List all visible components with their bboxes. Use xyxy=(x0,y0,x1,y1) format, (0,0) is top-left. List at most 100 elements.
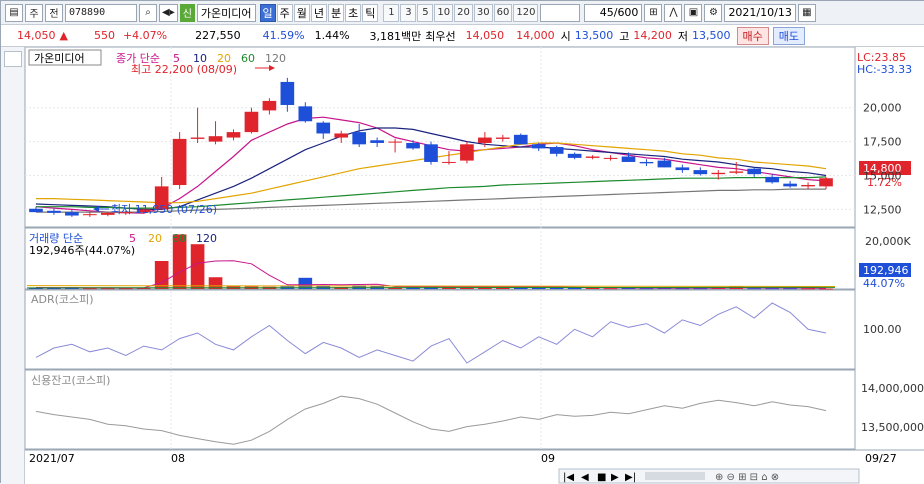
period-tab-0[interactable]: 일 xyxy=(259,3,276,22)
interval-tab-30[interactable]: 30 xyxy=(473,3,493,22)
candle-body-9 xyxy=(190,137,205,139)
interval-tab-1[interactable]: 1 xyxy=(383,3,400,22)
volume-bar-7 xyxy=(154,261,169,289)
period-tab-4[interactable]: 분 xyxy=(328,3,345,22)
candle-body-2 xyxy=(65,212,79,216)
volume-legend-period-5: 5 xyxy=(129,232,136,245)
date-input[interactable]: 2021/10/13 xyxy=(724,3,796,22)
chart-canvas[interactable]: 가온미디어 종가 단순 최고 22,200 (08/09) 최저 11,950 … xyxy=(25,47,924,484)
hc-label: HC:-33.33 xyxy=(857,63,912,76)
interval-tab-3[interactable]: 3 xyxy=(400,3,417,22)
signal-icon[interactable]: ⋀ xyxy=(664,3,683,22)
volume-legend-period-60: 60 xyxy=(172,232,186,245)
gear-icon[interactable]: ⚙ xyxy=(704,3,723,22)
volume-axis-top: 20,000K xyxy=(865,235,911,248)
period-tab-3[interactable]: 년 xyxy=(310,3,328,22)
volume: 227,550 xyxy=(195,29,241,42)
candle-body-24 xyxy=(460,144,474,161)
volume-rate-tag: 44.07% xyxy=(863,277,905,290)
chart-type-icon[interactable]: ▤ xyxy=(5,3,23,22)
search-icon[interactable]: ⌕ xyxy=(139,3,157,22)
candle-body-31 xyxy=(585,156,600,158)
high-label: 고 xyxy=(619,29,630,43)
adr-axis-value: 100.00 xyxy=(863,323,902,336)
candle-body-32 xyxy=(603,157,618,159)
top-toolbar: ▤ 주 전 078890 ⌕ ◀▸ 신 가온미디어 일주월년분초틱 1 3 5 10 2… xyxy=(1,1,924,25)
volume-rate: 41.59% xyxy=(262,29,305,42)
candle-body-21 xyxy=(406,142,420,149)
candle-body-17 xyxy=(334,133,349,138)
credit-title: 신용잔고(코스피) xyxy=(31,374,110,387)
candle-body-8 xyxy=(172,138,187,186)
period-tabs: 일주월년분초틱 xyxy=(259,3,379,22)
stock-name: 가온미디어 xyxy=(196,3,256,22)
best-bid-label: 최우선 xyxy=(425,29,456,43)
x-label-2021-07: 2021/07 xyxy=(29,452,75,465)
candle-body-25 xyxy=(478,137,492,143)
zoom-in-icon[interactable]: ⊞ xyxy=(644,3,663,22)
interval-tab-60[interactable]: 60 xyxy=(493,3,513,22)
change-rate: +4.07% xyxy=(122,29,168,42)
min-price-label: 최저 11,950 (07/26) xyxy=(111,203,217,216)
interval-tab-10[interactable]: 10 xyxy=(434,3,454,22)
speaker-icon[interactable]: ◀▸ xyxy=(159,3,178,22)
adr-title: ADR(코스피) xyxy=(31,293,94,306)
candle-body-37 xyxy=(693,170,708,175)
candle-body-30 xyxy=(567,153,582,158)
interval-tabs: 1 3 5 10 20 30 60 120 xyxy=(383,3,539,22)
volume-bar-30 xyxy=(567,287,582,289)
market-select[interactable]: 주 xyxy=(25,3,43,22)
scroll-next-icon[interactable]: ▶ xyxy=(611,472,619,483)
candle-body-33 xyxy=(621,156,636,162)
scroll-prev-icon[interactable]: ◀ xyxy=(581,472,589,483)
candle-body-38 xyxy=(711,172,726,175)
credit-tick-0: 14,000,000 xyxy=(861,382,924,395)
change-arrow: ▲ xyxy=(59,29,68,42)
custom-interval-input[interactable] xyxy=(540,3,581,22)
interval-tab-120[interactable]: 120 xyxy=(513,3,539,22)
candle-body-23 xyxy=(442,161,456,163)
x-label-09: 09 xyxy=(541,452,555,465)
left-tool-sidebar xyxy=(1,47,25,484)
count-display[interactable]: 45/600 xyxy=(584,3,643,22)
calendar-icon[interactable]: ▦ xyxy=(797,3,816,22)
period-tab-2[interactable]: 월 xyxy=(293,3,310,22)
new-badge: 신 xyxy=(179,3,195,22)
stock-code-input[interactable]: 078890 xyxy=(65,3,137,22)
price-legend-period-60: 60 xyxy=(241,52,255,65)
scroll-stop-icon[interactable]: ■ xyxy=(597,472,606,483)
sell-button[interactable]: 매도 xyxy=(772,26,806,45)
price-info-bar: 14,050 ▲ 550 +4.07% 227,550 41.59% 1.44%… xyxy=(1,25,924,47)
interval-tab-5[interactable]: 5 xyxy=(417,3,434,22)
candle-body-12 xyxy=(244,111,259,133)
candle-body-0 xyxy=(29,208,43,213)
zoom-tools-icon[interactable]: ⊕ ⊖ ⊞ ⊟ ⌂ ⊗ xyxy=(715,472,779,483)
period-tab-1[interactable]: 주 xyxy=(276,3,293,22)
low-label: 저 xyxy=(677,29,689,43)
scroll-first-icon[interactable]: |◀ xyxy=(563,472,574,483)
price-tick-3: 12,500 xyxy=(863,203,902,216)
volume-current-tag: 192,946 xyxy=(863,264,909,277)
candle-body-10 xyxy=(208,136,223,142)
period-tab-6[interactable]: 틱 xyxy=(362,3,379,22)
best-ask: 14,000 xyxy=(516,29,555,42)
low-price: 13,500 xyxy=(692,29,731,42)
best-bid: 14,050 xyxy=(465,29,505,42)
period-tab-5[interactable]: 초 xyxy=(345,3,362,22)
price-legend-period-10: 10 xyxy=(193,52,207,65)
open-label: 시 xyxy=(560,29,571,43)
scroll-controls[interactable]: |◀ ◀ ■ ▶ ▶| ⊕ ⊖ ⊞ ⊟ ⌂ ⊗ xyxy=(558,468,860,484)
high-price: 14,200 xyxy=(633,29,672,42)
volume-max-label: 192,946주(44.07%) xyxy=(29,244,135,257)
scroll-last-icon[interactable]: ▶| xyxy=(625,472,636,483)
save-icon[interactable]: ▣ xyxy=(684,3,703,22)
prev-button[interactable]: 전 xyxy=(45,3,63,22)
candle-body-14 xyxy=(280,81,295,105)
candle-body-18 xyxy=(352,132,367,145)
crosshair-tool-icon[interactable] xyxy=(4,51,22,67)
interval-tab-20[interactable]: 20 xyxy=(454,3,473,22)
price-tick-2: 15,000 xyxy=(863,170,902,183)
x-label-last: 09/27 xyxy=(865,452,897,465)
buy-button[interactable]: 매수 xyxy=(736,26,769,45)
candle-body-41 xyxy=(765,176,779,183)
